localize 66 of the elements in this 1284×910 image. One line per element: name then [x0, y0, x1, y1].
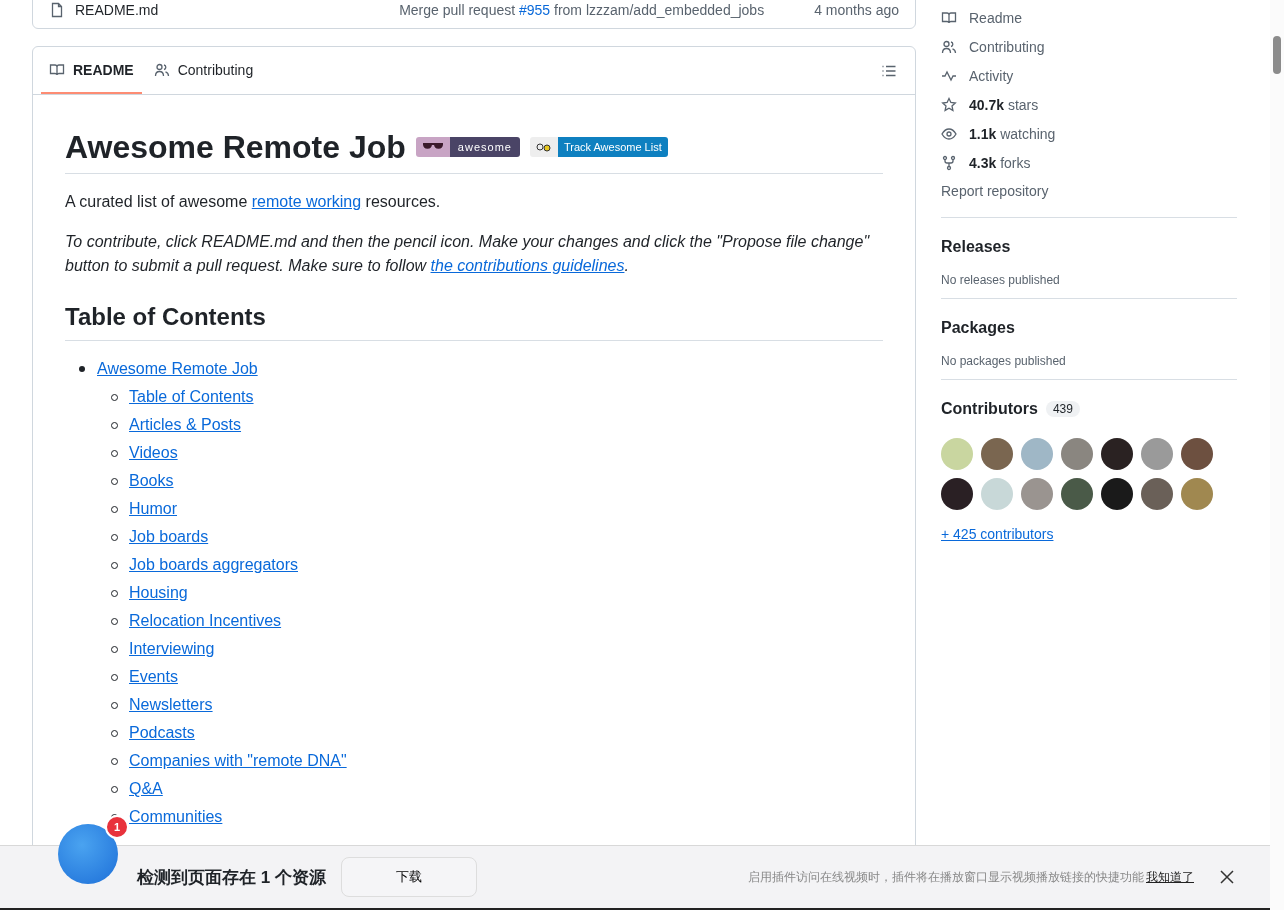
sidebar-link[interactable]: 1.1k watching [969, 125, 1056, 142]
file-name[interactable]: README.md [75, 2, 390, 18]
fork-icon [941, 154, 957, 171]
plugin-notice: 启用插件访问在线视频时，插件将在播放窗口显示视频播放链接的快捷功能 [748, 868, 1144, 886]
contributors-heading[interactable]: Contributors [941, 400, 1038, 418]
resource-message: 检测到页面存在 1 个资源 [137, 866, 327, 889]
sidebar-link[interactable]: Readme [969, 9, 1022, 26]
pull-request-link[interactable]: #955 [519, 2, 551, 18]
toc-link[interactable]: Videos [129, 444, 178, 461]
packages-text: No packages published [941, 354, 1067, 368]
notification-badge: 1 [105, 815, 129, 839]
toc-heading: Table of Contents [65, 302, 883, 341]
avatar[interactable] [1101, 438, 1133, 470]
toc-link[interactable]: Q&A [129, 780, 163, 797]
sunglasses-icon [421, 142, 444, 152]
toc-link[interactable]: Humor [129, 500, 177, 517]
toc-link[interactable]: Relocation Incentives [129, 612, 282, 629]
close-icon[interactable] [1220, 870, 1234, 884]
book-icon [49, 61, 65, 78]
avatar[interactable] [1101, 478, 1133, 510]
avatar[interactable] [1061, 478, 1093, 510]
toc-link[interactable]: Awesome Remote Job [97, 360, 258, 377]
file-icon [49, 2, 65, 18]
packages-heading[interactable]: Packages [941, 316, 1237, 340]
glasses-icon [535, 141, 552, 153]
releases-text: No releases published [941, 273, 1061, 287]
toc-link[interactable]: Interviewing [129, 640, 215, 657]
tab[interactable]: README [41, 47, 142, 94]
people-icon [941, 38, 957, 55]
commit-message: Merge pull request #955 from lzzzam/add_embedded_jobs [399, 2, 765, 18]
commit-time: 4 months ago [814, 2, 899, 18]
eye-icon [941, 125, 957, 142]
intro-text: A curated list of awesome remote working resources. [65, 192, 442, 212]
toc-link[interactable]: Job boards aggregators [129, 556, 298, 573]
tab[interactable]: Contributing [145, 47, 262, 94]
scrollbar[interactable] [1270, 0, 1284, 910]
people-icon [153, 61, 170, 78]
contributors-count: 439 [1045, 401, 1080, 417]
star-icon [941, 96, 957, 113]
toc-link[interactable]: Podcasts [129, 724, 195, 741]
toc-link[interactable]: Articles & Posts [129, 416, 242, 433]
avatar[interactable] [1181, 438, 1213, 470]
toc-link[interactable]: Newsletters [129, 696, 213, 713]
book-icon [941, 9, 957, 26]
dismiss-link[interactable]: 我知道了 [1146, 868, 1194, 886]
avatar[interactable] [1141, 478, 1173, 510]
report-link[interactable]: Report repository [941, 177, 1237, 206]
releases-heading[interactable]: Releases [941, 235, 1237, 259]
remote-working-link[interactable]: remote working [251, 193, 362, 210]
toc-link[interactable]: Table of Contents [129, 388, 254, 405]
toc-link[interactable]: Job boards [129, 528, 209, 545]
sidebar-link[interactable]: 4.3k forks [969, 154, 1031, 171]
sidebar-link[interactable]: 40.7k stars [969, 96, 1039, 113]
toc-link[interactable]: Books [129, 472, 174, 489]
contribute-text: To contribute, click README.md and then the pencil icon. Make your changes and click the "Propose file change" button to submit a pull request. Make sure to follow the contributions guidelines. [65, 232, 871, 276]
more-contributors-link[interactable]: + 425 contributors [941, 526, 1054, 542]
toc-link[interactable]: Companies with "remote DNA" [129, 752, 347, 769]
toc-link[interactable]: Communities [129, 808, 223, 825]
sidebar-link[interactable]: Activity [969, 67, 1014, 84]
readme-title: Awesome Remote Job [65, 128, 406, 167]
toc-link[interactable]: Housing [129, 584, 188, 601]
download-button[interactable]: 下载 [341, 857, 477, 897]
list-bullet [79, 366, 85, 372]
toc-link[interactable]: Events [129, 668, 178, 685]
sidebar-link[interactable]: Contributing [969, 38, 1045, 55]
avatar[interactable] [941, 478, 973, 510]
